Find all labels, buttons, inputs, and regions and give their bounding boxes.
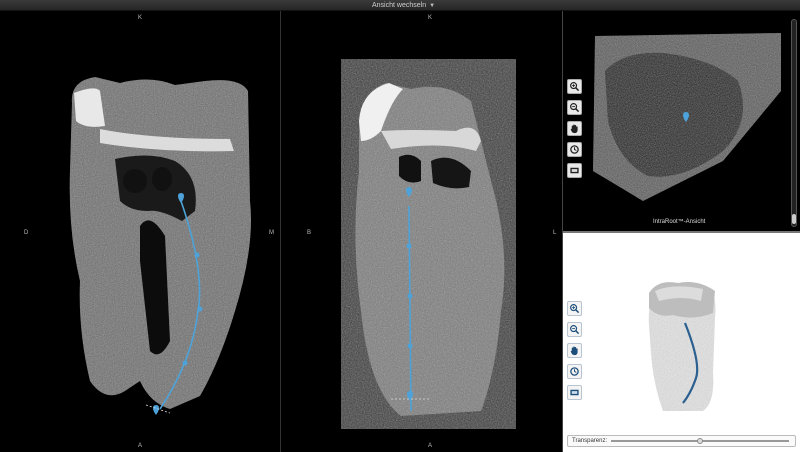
zoom-out-button[interactable] xyxy=(567,322,582,337)
intraroot-toolbar xyxy=(567,79,582,178)
app-window: Ansicht wechseln ▼ K A D M K A B L Intra… xyxy=(0,0,800,452)
zoom-in-button[interactable] xyxy=(567,79,582,94)
rotate-icon xyxy=(570,367,579,376)
zoom-in-button[interactable] xyxy=(567,301,582,316)
tooth-slice-image xyxy=(69,77,251,415)
view-switch-menu[interactable]: Ansicht wechseln ▼ xyxy=(372,0,435,11)
tooth-slice-image xyxy=(341,59,516,429)
hand-icon xyxy=(570,124,578,134)
orientation-bottom-label: A xyxy=(138,443,143,449)
orientation-right-label: M xyxy=(269,230,274,236)
rotate-icon xyxy=(570,145,579,154)
orientation-top-label: K xyxy=(138,15,143,21)
reset-view-button[interactable] xyxy=(567,385,582,400)
zoom-in-icon xyxy=(570,304,580,314)
intraroot-caption: IntraRoot™-Ansicht xyxy=(653,219,706,225)
orientation-top-label: K xyxy=(428,15,433,21)
3d-tooth-view[interactable]: Transparenz: xyxy=(563,233,800,452)
rotate-button[interactable] xyxy=(567,142,582,157)
reset-view-icon xyxy=(570,167,579,174)
rotate-button[interactable] xyxy=(567,364,582,379)
reset-view-button[interactable] xyxy=(567,163,582,178)
scrollbar-thumb[interactable] xyxy=(792,214,796,224)
transparency-label: Transparenz: xyxy=(572,438,608,444)
buccolingual-slice-view[interactable]: K A B L xyxy=(281,11,563,452)
slice-scrollbar[interactable] xyxy=(791,19,797,227)
orientation-right-label: L xyxy=(553,230,557,236)
3d-view-toolbar xyxy=(567,301,582,400)
transparency-slider-knob[interactable] xyxy=(697,438,704,444)
zoom-out-icon xyxy=(570,325,580,335)
pan-button[interactable] xyxy=(567,343,582,358)
top-toolbar: Ansicht wechseln ▼ xyxy=(0,0,800,11)
orientation-left-label: D xyxy=(24,230,29,236)
reset-view-icon xyxy=(570,389,579,396)
view-switch-label: Ansicht wechseln xyxy=(372,2,427,9)
intraroot-cross-section-image xyxy=(593,33,781,201)
hand-icon xyxy=(570,346,578,356)
orientation-left-label: B xyxy=(307,230,312,236)
orientation-bottom-label: A xyxy=(428,443,433,449)
mesiodistal-slice-view[interactable]: K A D M xyxy=(0,11,281,452)
chevron-down-icon: ▼ xyxy=(429,2,436,9)
zoom-out-button[interactable] xyxy=(567,100,582,115)
pan-button[interactable] xyxy=(567,121,582,136)
zoom-in-icon xyxy=(570,82,580,92)
3d-tooth-render xyxy=(648,282,716,411)
transparency-slider[interactable] xyxy=(611,438,789,444)
zoom-out-icon xyxy=(570,103,580,113)
intraroot-view[interactable]: IntraRoot™-Ansicht xyxy=(563,11,800,233)
transparency-control: Transparenz: xyxy=(567,435,796,447)
